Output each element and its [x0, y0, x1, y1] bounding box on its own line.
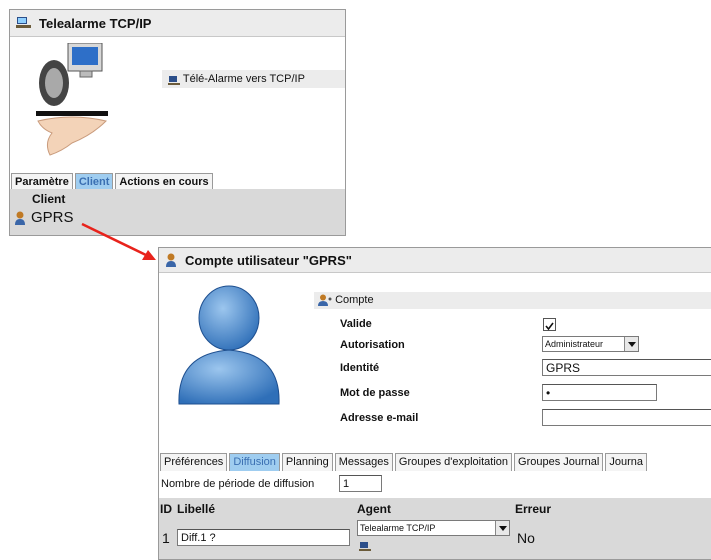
- autorisation-select[interactable]: Administrateur: [542, 336, 639, 352]
- window-titlebar: Telealarme TCP/IP: [10, 10, 345, 37]
- tab-groupes-exploitation[interactable]: Groupes d'exploitation: [394, 453, 513, 471]
- user-icon: [14, 211, 26, 225]
- window-title: Telealarme TCP/IP: [39, 15, 152, 31]
- column-libelle: Libellé: [177, 502, 216, 516]
- telealarm-illustration: [32, 42, 114, 158]
- email-field[interactable]: [542, 409, 711, 426]
- compte-section-header: Compte: [314, 292, 711, 309]
- pointer-arrow: [81, 222, 156, 260]
- client-column-header: Client: [32, 192, 66, 206]
- period-label: Nombre de période de diffusion: [161, 478, 315, 490]
- diffusion-table: ID Libellé Agent Erreur 1 Diff.1 ? Telea…: [159, 498, 711, 559]
- valide-label: Valide: [340, 318, 372, 330]
- tab-journal[interactable]: Journa: [605, 453, 647, 471]
- monitor-icon: [359, 539, 371, 551]
- subtitle-label: Télé-Alarme vers TCP/IP: [162, 70, 345, 88]
- tab-preferences[interactable]: Préférences: [160, 453, 228, 471]
- client-table: Client GPRS: [10, 189, 345, 235]
- agent-select[interactable]: Telealarme TCP/IP: [357, 520, 510, 536]
- account-tabs: Préférences Diffusion Planning Messages …: [160, 453, 649, 471]
- account-title: Compte utilisateur "GPRS": [185, 252, 352, 268]
- identite-label: Identité: [340, 362, 380, 374]
- erreur-value: No: [517, 530, 535, 546]
- libelle-field[interactable]: Diff.1 ?: [177, 529, 350, 546]
- valide-checkbox[interactable]: [543, 318, 556, 331]
- account-titlebar: Compte utilisateur "GPRS": [159, 248, 711, 273]
- client-gprs: GPRS: [31, 209, 74, 226]
- tab-diffusion[interactable]: Diffusion: [229, 453, 280, 471]
- chevron-down-icon: [495, 521, 509, 535]
- chevron-down-icon: [624, 337, 638, 351]
- user-icon: [318, 294, 332, 307]
- password-label: Mot de passe: [340, 387, 410, 399]
- row-id: 1: [162, 530, 170, 546]
- telealarme-window: Telealarme TCP/IP Télé-Alarme vers TCP/I…: [9, 9, 346, 236]
- column-id: ID: [160, 502, 172, 516]
- password-field[interactable]: •: [542, 384, 657, 401]
- email-label: Adresse e-mail: [340, 412, 419, 424]
- column-agent: Agent: [357, 502, 391, 516]
- tab-messages[interactable]: Messages: [334, 453, 393, 471]
- autorisation-label: Autorisation: [340, 339, 405, 351]
- client-row[interactable]: GPRS: [10, 207, 345, 229]
- account-window: Compte utilisateur "GPRS" Compte Valide …: [158, 247, 711, 560]
- monitor-icon: [168, 74, 180, 86]
- tab-groupes-journal[interactable]: Groupes Journal: [514, 453, 604, 471]
- column-erreur: Erreur: [515, 502, 552, 516]
- table-row: 1 Diff.1 ? Telealarme TCP/IP No: [159, 520, 711, 559]
- period-field[interactable]: 1: [339, 475, 382, 492]
- identite-field[interactable]: GPRS: [542, 359, 711, 376]
- app-monitor-icon: [16, 17, 31, 29]
- avatar: [173, 284, 285, 406]
- user-icon: [165, 253, 177, 267]
- tab-planning[interactable]: Planning: [281, 453, 333, 471]
